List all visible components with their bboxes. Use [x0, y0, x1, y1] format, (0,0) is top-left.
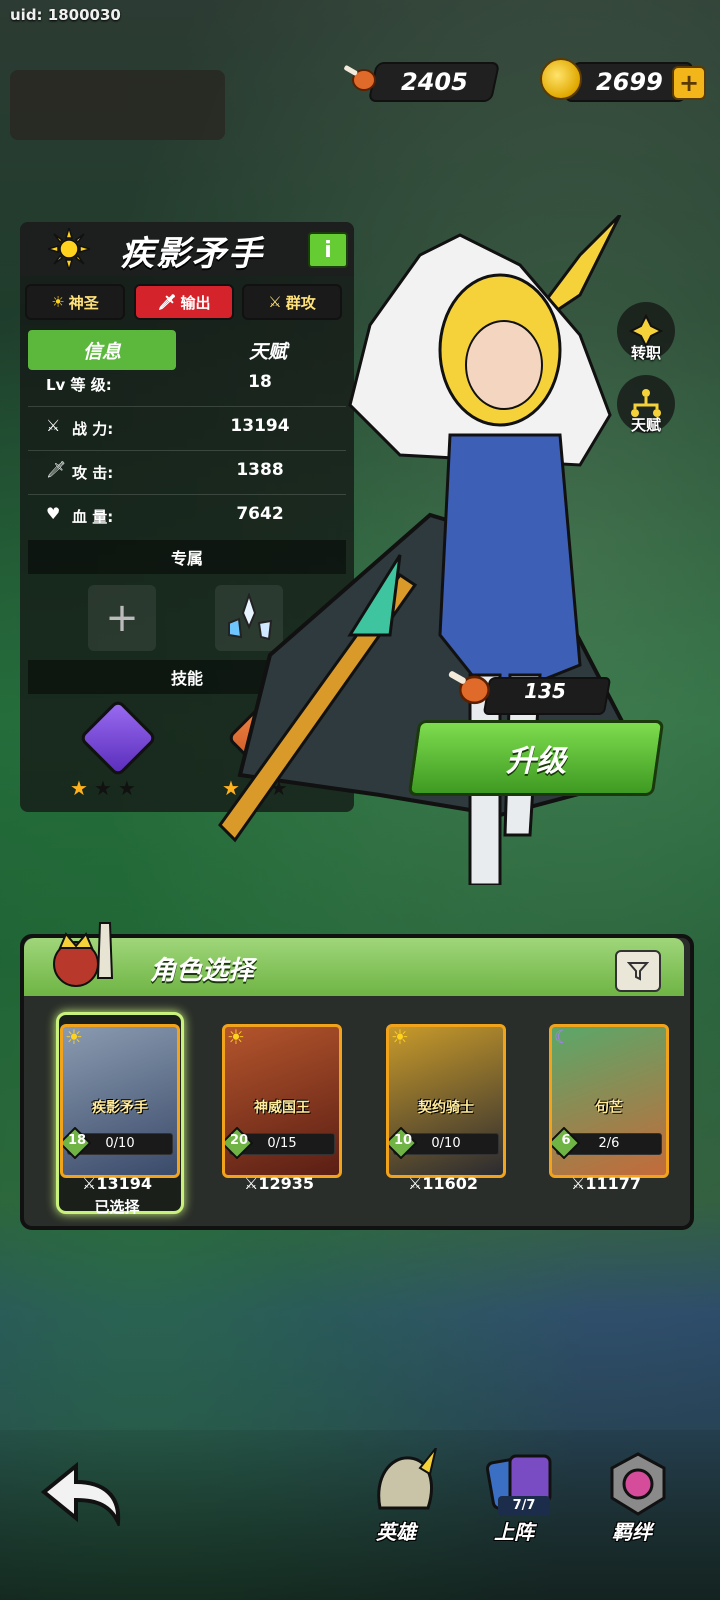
sword-icon: 🗡: [46, 460, 67, 479]
heart-icon: ♥: [46, 504, 61, 523]
uid-label: uid: 1800030: [10, 6, 121, 24]
meat-icon: [448, 671, 490, 705]
sun-small-icon: ☀: [51, 293, 65, 311]
stat-level-label: Lv 等 级:: [46, 376, 112, 394]
deploy-count-badge: 7/7: [498, 1496, 550, 1516]
hero-card-art: ☀ 疾影矛手 0/10 18: [60, 1024, 180, 1178]
hero-card-power: ⚔11602: [386, 1174, 500, 1193]
hero-card-power: ⚔13194: [60, 1174, 174, 1193]
hero-card-level: 10: [393, 1133, 413, 1148]
meat-icon: [344, 65, 376, 91]
crossed-swords-icon: ⚔: [81, 1174, 97, 1193]
nav-deploy-label: 上阵: [494, 1520, 534, 1544]
hero-card-art: ☀ 契约骑士 0/10 10: [386, 1024, 506, 1178]
hero-card-level: 18: [67, 1133, 87, 1148]
star-empty-icon: ★★: [93, 776, 142, 800]
star-filled-icon: ★: [70, 776, 94, 800]
add-exclusive-slot[interactable]: +: [88, 585, 156, 651]
stat-power-label: 战 力:: [72, 420, 114, 438]
nav-bond-label: 羁绊: [612, 1520, 652, 1544]
crossed-swords-icon: ⚔: [407, 1174, 423, 1193]
king-mascot-icon: [53, 922, 114, 987]
hero-card-art: ☀ 神威国王 0/15 20: [222, 1024, 342, 1178]
character-select-title: 角色选择: [150, 956, 255, 986]
hero-card-power-value: 13194: [96, 1174, 152, 1193]
back-arrow-icon[interactable]: [40, 1462, 124, 1526]
stat-attack-label: 攻 击:: [72, 464, 114, 482]
hero-card-art: ☾ 句芒 2/6 6: [549, 1024, 669, 1178]
coin-value: 2699: [595, 68, 663, 96]
job-change-label: 转职: [630, 344, 661, 362]
holy-faction-icon: ☀: [227, 1025, 245, 1049]
hero-card-power-value: 11602: [422, 1174, 478, 1193]
hero-card-name: 句芒: [595, 1100, 623, 1116]
hero-card[interactable]: ☀ 契约骑士 0/10 10 ⚔11602: [386, 1024, 506, 1196]
hero-helmet-icon[interactable]: [370, 1448, 440, 1514]
hero-card[interactable]: ☀ 神威国王 0/15 20 ⚔12935: [222, 1024, 342, 1196]
filter-button[interactable]: [615, 950, 661, 992]
crossed-swords-icon: ⚔: [570, 1174, 586, 1193]
hero-card-power: ⚔12935: [222, 1174, 336, 1193]
hero-card-level: 20: [229, 1133, 249, 1148]
hero-card-name: 疾影矛手: [92, 1100, 148, 1116]
moon-faction-icon: ☾: [554, 1027, 571, 1048]
crossed-swords-icon: ⚔: [46, 416, 61, 435]
tag-holy-label: 神圣: [68, 293, 99, 312]
crossed-swords-icon: ⚔: [243, 1174, 259, 1193]
hero-card-name: 神威国王: [254, 1100, 310, 1116]
hero-card-selected-label: 已选择: [94, 1198, 140, 1216]
upgrade-button-label: 升级: [506, 744, 566, 779]
upgrade-cost-value: 135: [524, 679, 566, 703]
hero-card-name: 契约骑士: [418, 1100, 474, 1116]
hero-card[interactable]: ☾ 句芒 2/6 6 ⚔11177: [549, 1024, 669, 1196]
tag-holy: ☀ 神圣: [25, 284, 125, 320]
coin-icon: [540, 58, 582, 100]
holy-faction-icon: ☀: [391, 1025, 409, 1049]
hero-card-power-value: 11177: [585, 1174, 641, 1193]
meat-value: 2405: [400, 68, 468, 96]
talent-label: 天赋: [630, 416, 661, 434]
hero-card-level: 6: [561, 1133, 571, 1148]
filter-icon: [627, 962, 649, 981]
nav-hero-label: 英雄: [376, 1520, 416, 1544]
hero-card-power-value: 12935: [258, 1174, 314, 1193]
add-coins-button[interactable]: +: [672, 66, 706, 100]
hero-card[interactable]: ☀ 疾影矛手 0/10 18 ⚔13194 已选择: [60, 1024, 180, 1216]
holy-faction-icon: [48, 228, 90, 270]
skill1-stars: ★★★: [70, 776, 142, 800]
upgrade-button[interactable]: 升级: [407, 720, 665, 796]
bond-icon[interactable]: [606, 1452, 670, 1516]
sword-icon: 🗡: [157, 293, 177, 311]
stat-hp-label: 血 量:: [72, 508, 114, 526]
hero-card-power: ⚔11177: [549, 1174, 663, 1193]
holy-faction-icon: ☀: [65, 1025, 83, 1049]
event-banner[interactable]: [10, 70, 225, 140]
meat-counter: 2405: [367, 62, 501, 102]
